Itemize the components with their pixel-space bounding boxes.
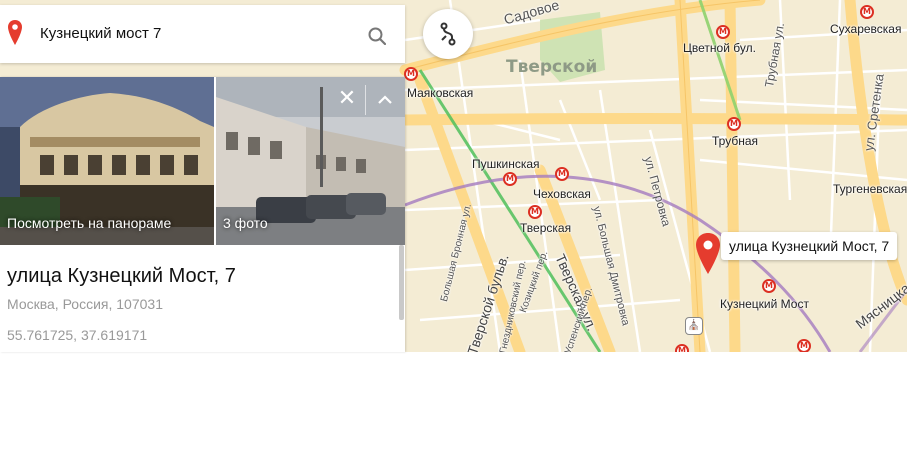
metro-icon[interactable]	[503, 172, 517, 186]
address-title: улица Кузнецкий Мост, 7	[7, 265, 236, 287]
district-label: Тверской	[506, 57, 598, 77]
metro-icon[interactable]	[860, 5, 874, 19]
location-pin-icon	[8, 20, 22, 45]
metro-label-pushkinskaya[interactable]: Пушкинская	[472, 157, 540, 171]
metro-icon[interactable]	[555, 167, 569, 181]
metro-icon[interactable]	[762, 279, 776, 293]
panorama-caption[interactable]: Посмотреть на панораме	[7, 215, 171, 231]
metro-icon[interactable]	[404, 67, 418, 81]
route-icon	[440, 22, 456, 46]
metro-label-trubnaya[interactable]: Трубная	[712, 134, 758, 148]
church-icon[interactable]	[685, 317, 703, 335]
metro-label-turgenevskaya[interactable]: Тургеневская	[833, 182, 907, 196]
metro-label-tverskaya[interactable]: Тверская	[520, 221, 571, 235]
coordinates[interactable]: 55.761725, 37.619171	[7, 327, 147, 343]
chevron-up-icon[interactable]	[374, 90, 396, 110]
metro-icon[interactable]	[528, 205, 542, 219]
search-input[interactable]	[40, 21, 350, 45]
place-info-panel: Посмотреть на панораме 3 фото ✕ улица Ку…	[0, 77, 405, 352]
metro-label-mayakovskaya[interactable]: Маяковская	[407, 86, 473, 100]
panel-scrollbar[interactable]	[399, 245, 404, 320]
metro-icon[interactable]	[797, 339, 811, 352]
route-button[interactable]	[423, 9, 473, 59]
pin-callout[interactable]: улица Кузнецкий Мост, 7	[721, 232, 898, 260]
metro-label-kuznetsky-most[interactable]: Кузнецкий Мост	[720, 297, 809, 311]
search-icon[interactable]	[368, 27, 386, 45]
metro-icon[interactable]	[727, 117, 741, 131]
search-bar	[0, 5, 405, 63]
panorama-photo[interactable]: Посмотреть на панораме	[0, 77, 214, 245]
photo-strip: Посмотреть на панораме 3 фото ✕	[0, 77, 405, 245]
close-icon[interactable]: ✕	[335, 87, 359, 111]
metro-label-chekhovskaya[interactable]: Чеховская	[533, 187, 591, 201]
metro-icon[interactable]	[675, 344, 689, 352]
divider	[365, 85, 366, 115]
metro-label-tsvetnoy[interactable]: Цветной бул.	[683, 41, 756, 55]
address-city: Москва, Россия, 107031	[7, 296, 163, 312]
metro-label-sukharevskaya[interactable]: Сухаревская	[830, 22, 901, 36]
map-pin-icon[interactable]	[695, 232, 721, 276]
photos-caption[interactable]: 3 фото	[223, 215, 268, 231]
metro-icon[interactable]	[716, 25, 730, 39]
